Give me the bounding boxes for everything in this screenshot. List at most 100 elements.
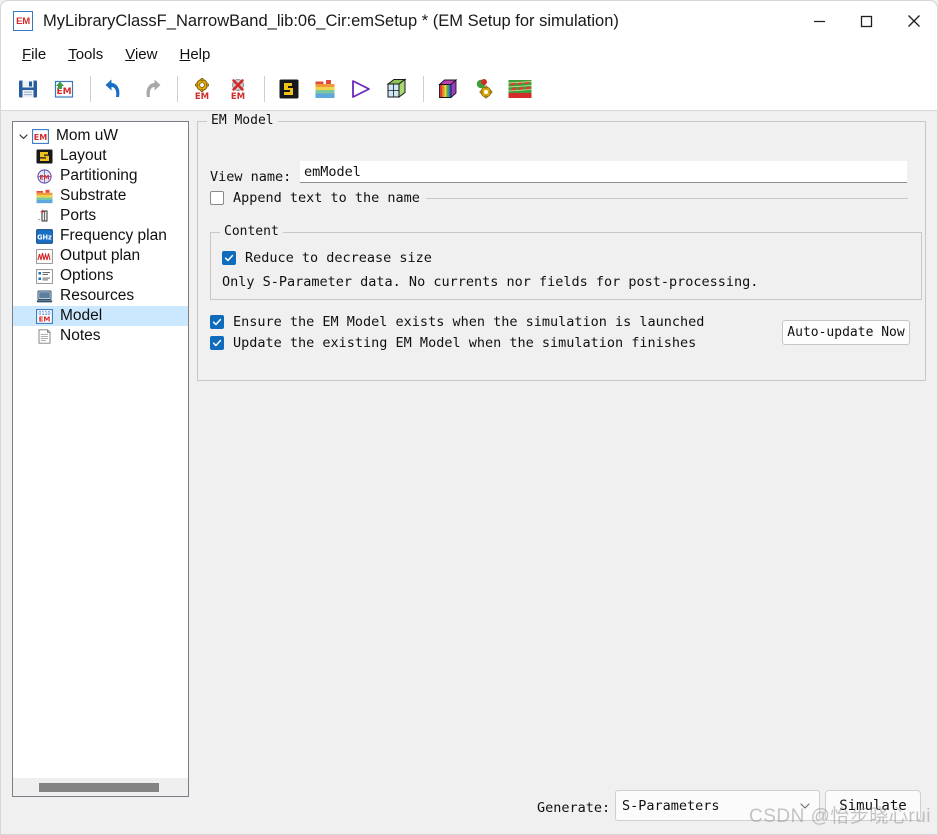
3d-view-icon xyxy=(386,78,407,98)
window-controls xyxy=(796,1,937,41)
chevron-down-icon[interactable] xyxy=(17,130,30,143)
toolbar-redo-button[interactable] xyxy=(134,72,168,106)
em-model-groupbox: EM Model View name: Append text to the n… xyxy=(197,113,926,381)
tree-item-substrate[interactable]: Substrate xyxy=(13,186,188,206)
svg-text:EM: EM xyxy=(231,92,245,101)
navigation-tree[interactable]: EM Mom uW Layout EM Partitioning Substra… xyxy=(12,121,189,797)
chevron-down-icon[interactable] xyxy=(799,800,811,816)
em-icon: EM xyxy=(31,128,50,145)
svg-text:EM: EM xyxy=(195,92,209,101)
tree-item-resources[interactable]: Resources xyxy=(13,286,188,306)
bottom-action-bar: Generate: S-Parameters Simulate xyxy=(1,789,937,829)
tree-item-label: Output plan xyxy=(60,247,141,264)
layout-icon xyxy=(35,148,54,165)
toolbar-save-em-button[interactable]: EM xyxy=(47,72,81,106)
generate-label: Generate: xyxy=(537,800,611,816)
tree-item-ports[interactable]: + - Ports xyxy=(13,206,188,226)
toolbar-simulate-button[interactable] xyxy=(344,72,378,106)
tree-item-output-plan[interactable]: Output plan xyxy=(13,246,188,266)
toolbar-separator-1 xyxy=(90,75,91,102)
reduce-size-label: Reduce to decrease size xyxy=(245,250,432,266)
menu-file[interactable]: File xyxy=(11,46,57,63)
em-settings-icon: EM xyxy=(195,77,209,101)
toolbar-layout-button[interactable] xyxy=(272,72,306,106)
append-text-checkbox[interactable] xyxy=(210,191,224,205)
svg-text:+: + xyxy=(40,209,46,216)
layout-icon xyxy=(279,79,299,98)
minimize-button[interactable] xyxy=(796,1,843,41)
tree-item-partitioning[interactable]: EM Partitioning xyxy=(13,166,188,186)
view-name-input[interactable] xyxy=(300,161,907,183)
tree-item-label: Options xyxy=(60,267,114,284)
toolbar-substrate-button[interactable] xyxy=(308,72,342,106)
ensure-model-checkbox-row[interactable]: Ensure the EM Model exists when the simu… xyxy=(210,314,704,330)
save-em-setup-icon: EM xyxy=(54,80,74,98)
tree-item-options[interactable]: Options xyxy=(13,266,188,286)
ghz-icon: GHz xyxy=(35,228,54,245)
ports-icon: + - xyxy=(35,208,54,225)
generate-select-value: S-Parameters xyxy=(622,797,720,814)
tree-item-label: Resources xyxy=(60,287,135,304)
svg-text:GHz: GHz xyxy=(37,233,52,241)
tree-item-layout[interactable]: Layout xyxy=(13,146,188,166)
tree-item-label: Ports xyxy=(60,207,97,224)
reduce-size-checkbox-row[interactable]: Reduce to decrease size xyxy=(222,250,432,266)
em-model-group-title: EM Model xyxy=(207,113,278,128)
model-icon: 0110 EM xyxy=(35,308,54,325)
simulate-play-icon xyxy=(352,79,370,98)
menu-help[interactable]: Help xyxy=(168,46,221,63)
tree-item-label: Partitioning xyxy=(60,167,138,184)
update-model-checkbox[interactable] xyxy=(210,336,224,350)
substrate-icon xyxy=(315,79,335,98)
tree-item-label: Substrate xyxy=(60,187,127,204)
toolbar-em-cosim-button[interactable] xyxy=(467,72,501,106)
tree-item-notes[interactable]: Notes xyxy=(13,326,188,346)
toolbar-undo-button[interactable] xyxy=(98,72,132,106)
menu-file-rest: ile xyxy=(31,45,47,63)
window-title: MyLibraryClassF_NarrowBand_lib:06_Cir:em… xyxy=(43,11,619,30)
toolbar-em-delete-button[interactable]: EM xyxy=(221,72,255,106)
menu-view[interactable]: View xyxy=(114,46,168,63)
ensure-model-checkbox[interactable] xyxy=(210,315,224,329)
close-button[interactable] xyxy=(890,1,937,41)
em-delete-icon: EM xyxy=(231,78,245,101)
tree-item-label: Frequency plan xyxy=(60,227,167,244)
simulate-button[interactable]: Simulate xyxy=(825,790,921,821)
mesh-view-icon xyxy=(508,79,532,98)
maximize-button[interactable] xyxy=(843,1,890,41)
menu-tools-accel: T xyxy=(68,45,76,63)
reduce-size-checkbox[interactable] xyxy=(222,251,236,265)
toolbar-rainbow-cube-button[interactable] xyxy=(431,72,465,106)
update-model-checkbox-row[interactable]: Update the existing EM Model when the si… xyxy=(210,335,696,351)
menu-bar: File Tools View Help xyxy=(1,41,937,67)
generate-select[interactable]: S-Parameters xyxy=(615,790,820,821)
menu-tools-rest: ools xyxy=(75,45,104,63)
tree-item-mom-uw[interactable]: EM Mom uW xyxy=(13,126,188,146)
toolbar: EM EM EM xyxy=(1,67,937,111)
redo-icon xyxy=(146,79,161,97)
tree-item-model[interactable]: 0110 EM Model xyxy=(13,306,188,326)
toolbar-em-settings-button[interactable]: EM xyxy=(185,72,219,106)
append-divider xyxy=(426,198,908,199)
toolbar-3d-view-button[interactable] xyxy=(380,72,414,106)
tree-item-label: Model xyxy=(60,307,103,324)
em-setup-window: EM MyLibraryClassF_NarrowBand_lib:06_Cir… xyxy=(0,0,938,835)
tree-item-frequency-plan[interactable]: GHz Frequency plan xyxy=(13,226,188,246)
svg-text:EM: EM xyxy=(34,133,47,142)
update-model-label: Update the existing EM Model when the si… xyxy=(233,335,697,351)
toolbar-save-button[interactable] xyxy=(11,72,45,106)
em-model-panel: EM Model View name: Append text to the n… xyxy=(197,113,926,381)
view-name-label: View name: xyxy=(210,169,292,185)
append-text-checkbox-row[interactable]: Append text to the name xyxy=(210,190,420,206)
tree-item-label: Mom uW xyxy=(56,127,118,144)
title-bar: EM MyLibraryClassF_NarrowBand_lib:06_Cir… xyxy=(1,1,937,41)
output-plan-icon xyxy=(35,248,54,265)
toolbar-mesh-view-button[interactable] xyxy=(503,72,537,106)
em-cosim-icon xyxy=(476,78,493,98)
menu-view-rest: iew xyxy=(134,45,158,63)
auto-update-now-button[interactable]: Auto-update Now xyxy=(782,320,910,345)
content-group-title: Content xyxy=(220,224,283,239)
rainbow-cube-icon xyxy=(438,78,458,99)
app-icon-label: EM xyxy=(16,15,30,27)
menu-tools[interactable]: Tools xyxy=(57,46,114,63)
